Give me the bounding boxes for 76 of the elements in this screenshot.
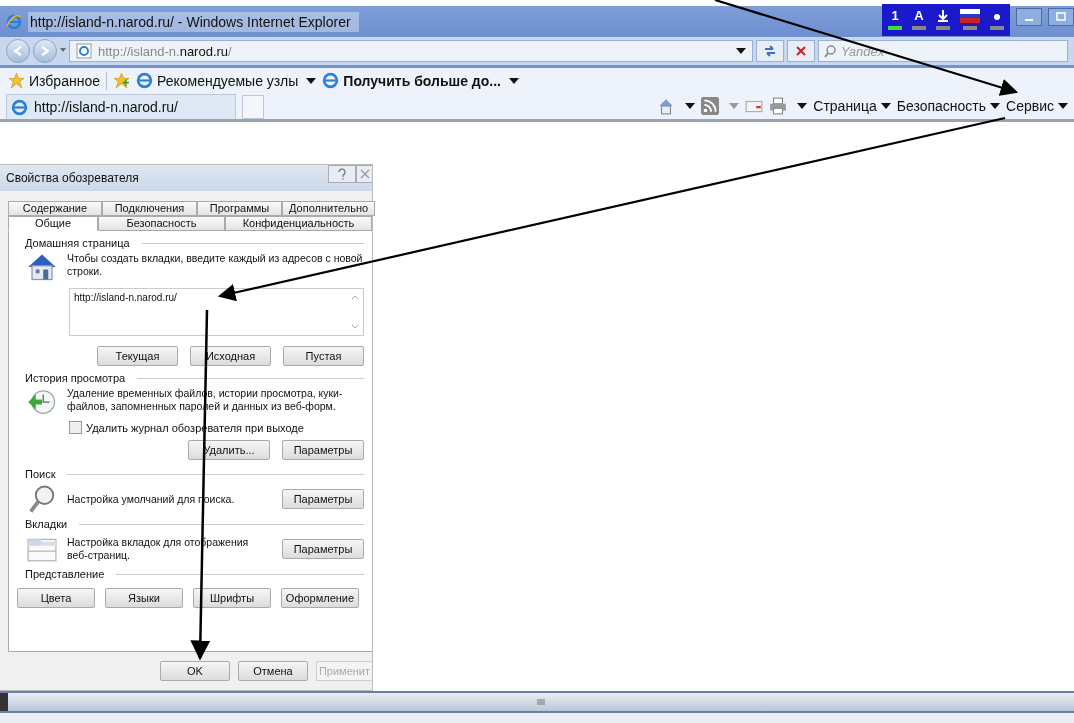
help-icon (337, 168, 347, 181)
section-heading: История просмотра (25, 372, 126, 385)
dialog-button[interactable]: Параметры (282, 489, 364, 510)
section-description: Чтобы создать вкладки, введите каждый из адресов с новой строки. (67, 252, 364, 279)
close-icon (359, 168, 370, 181)
favorites-button[interactable]: Избранное (8, 72, 100, 90)
forward-button[interactable] (33, 39, 57, 64)
rss-icon[interactable] (701, 97, 720, 116)
refresh-button[interactable] (756, 40, 784, 63)
browser-tab[interactable]: http://island-n.narod.ru/ (6, 94, 236, 120)
minimize-icon (1025, 18, 1033, 21)
magnifier-icon (27, 484, 57, 515)
caret-icon[interactable] (797, 103, 808, 110)
dialog-tab[interactable]: Безопасность (98, 216, 225, 232)
close-button[interactable] (356, 165, 372, 184)
favorites-link[interactable]: Получить больше до... (322, 72, 519, 90)
download-icon[interactable] (936, 9, 950, 24)
maximize-button[interactable] (1048, 7, 1074, 26)
dialog-title: Свойства обозревателя (6, 171, 139, 186)
dialog-tab[interactable]: Дополнительно (282, 201, 376, 217)
refresh-arrows-icon (763, 44, 777, 59)
help-button[interactable] (328, 165, 356, 184)
house-icon (27, 252, 57, 283)
dialog-button[interactable]: Отмена (238, 661, 308, 682)
command-menu[interactable]: Страница (813, 98, 891, 115)
scroll-down-icon[interactable] (351, 324, 359, 331)
caret-icon[interactable] (736, 48, 746, 55)
section-heading: Представление (25, 568, 105, 581)
dialog-button[interactable]: Цвета (17, 588, 95, 609)
caret-icon[interactable] (685, 103, 696, 110)
horizontal-scrollbar[interactable] (0, 691, 1074, 714)
flag-icon[interactable] (960, 9, 980, 24)
window-title: http://island-n.narod.ru/ - Windows Internet Explorer (28, 11, 359, 32)
add-star-icon[interactable] (112, 72, 130, 90)
command-menu[interactable]: Сервис (1006, 98, 1068, 115)
printer-icon[interactable] (769, 97, 788, 116)
section-heading: Домашняя страница (25, 237, 130, 250)
dialog-button[interactable]: Параметры (282, 539, 364, 560)
stop-button[interactable] (787, 40, 815, 63)
ie-logo-icon (135, 72, 153, 90)
page-icon (76, 43, 92, 60)
dialog-tab[interactable]: Подключения (102, 201, 197, 217)
dialog-button[interactable]: Языки (105, 588, 183, 609)
search-icon (823, 44, 837, 59)
minimize-button[interactable] (1016, 7, 1042, 26)
dialog-tab[interactable]: Общие (8, 216, 98, 232)
language-bar-label[interactable]: A (914, 9, 924, 24)
maximize-icon (1056, 11, 1066, 22)
star-icon (8, 72, 25, 90)
command-menu[interactable]: Безопасность (896, 98, 1001, 115)
scroll-left-button[interactable] (0, 693, 8, 712)
home-page-field[interactable]: http://island-n.narod.ru/ (69, 288, 364, 337)
ie-logo-icon (11, 98, 28, 116)
dialog-tab[interactable]: Содержание (8, 201, 102, 217)
ie-logo-icon (322, 72, 340, 90)
ie-logo-icon (6, 13, 22, 30)
dialog-button[interactable]: Пустая (283, 346, 364, 367)
favorites-link[interactable]: Рекомендуемые узлы (135, 72, 317, 90)
dialog-button[interactable]: Оформление (281, 588, 359, 609)
dialog-button[interactable]: Исходная (190, 346, 271, 367)
section-heading: Поиск (25, 468, 56, 481)
dialog-tab[interactable]: Программы (197, 201, 282, 217)
dialog-tab[interactable]: Конфиденциальность (225, 216, 372, 232)
dialog-button[interactable]: Удалить... (188, 440, 270, 461)
language-bar-label[interactable]: 1 (891, 9, 899, 24)
dialog-button[interactable]: Параметры (282, 440, 364, 461)
scroll-up-icon[interactable] (351, 294, 359, 301)
checkbox[interactable] (69, 421, 82, 435)
section-heading: Вкладки (25, 518, 68, 531)
grip-icon[interactable] (537, 698, 545, 707)
new-tab-button[interactable] (242, 95, 264, 120)
dialog-button[interactable]: OK (160, 661, 230, 682)
address-field[interactable]: http://island-n.narod.ru/ (69, 40, 753, 63)
dialog-button[interactable]: Текущая (97, 346, 178, 367)
back-button[interactable] (6, 39, 30, 64)
dialog-button[interactable]: Шрифты (193, 588, 271, 609)
